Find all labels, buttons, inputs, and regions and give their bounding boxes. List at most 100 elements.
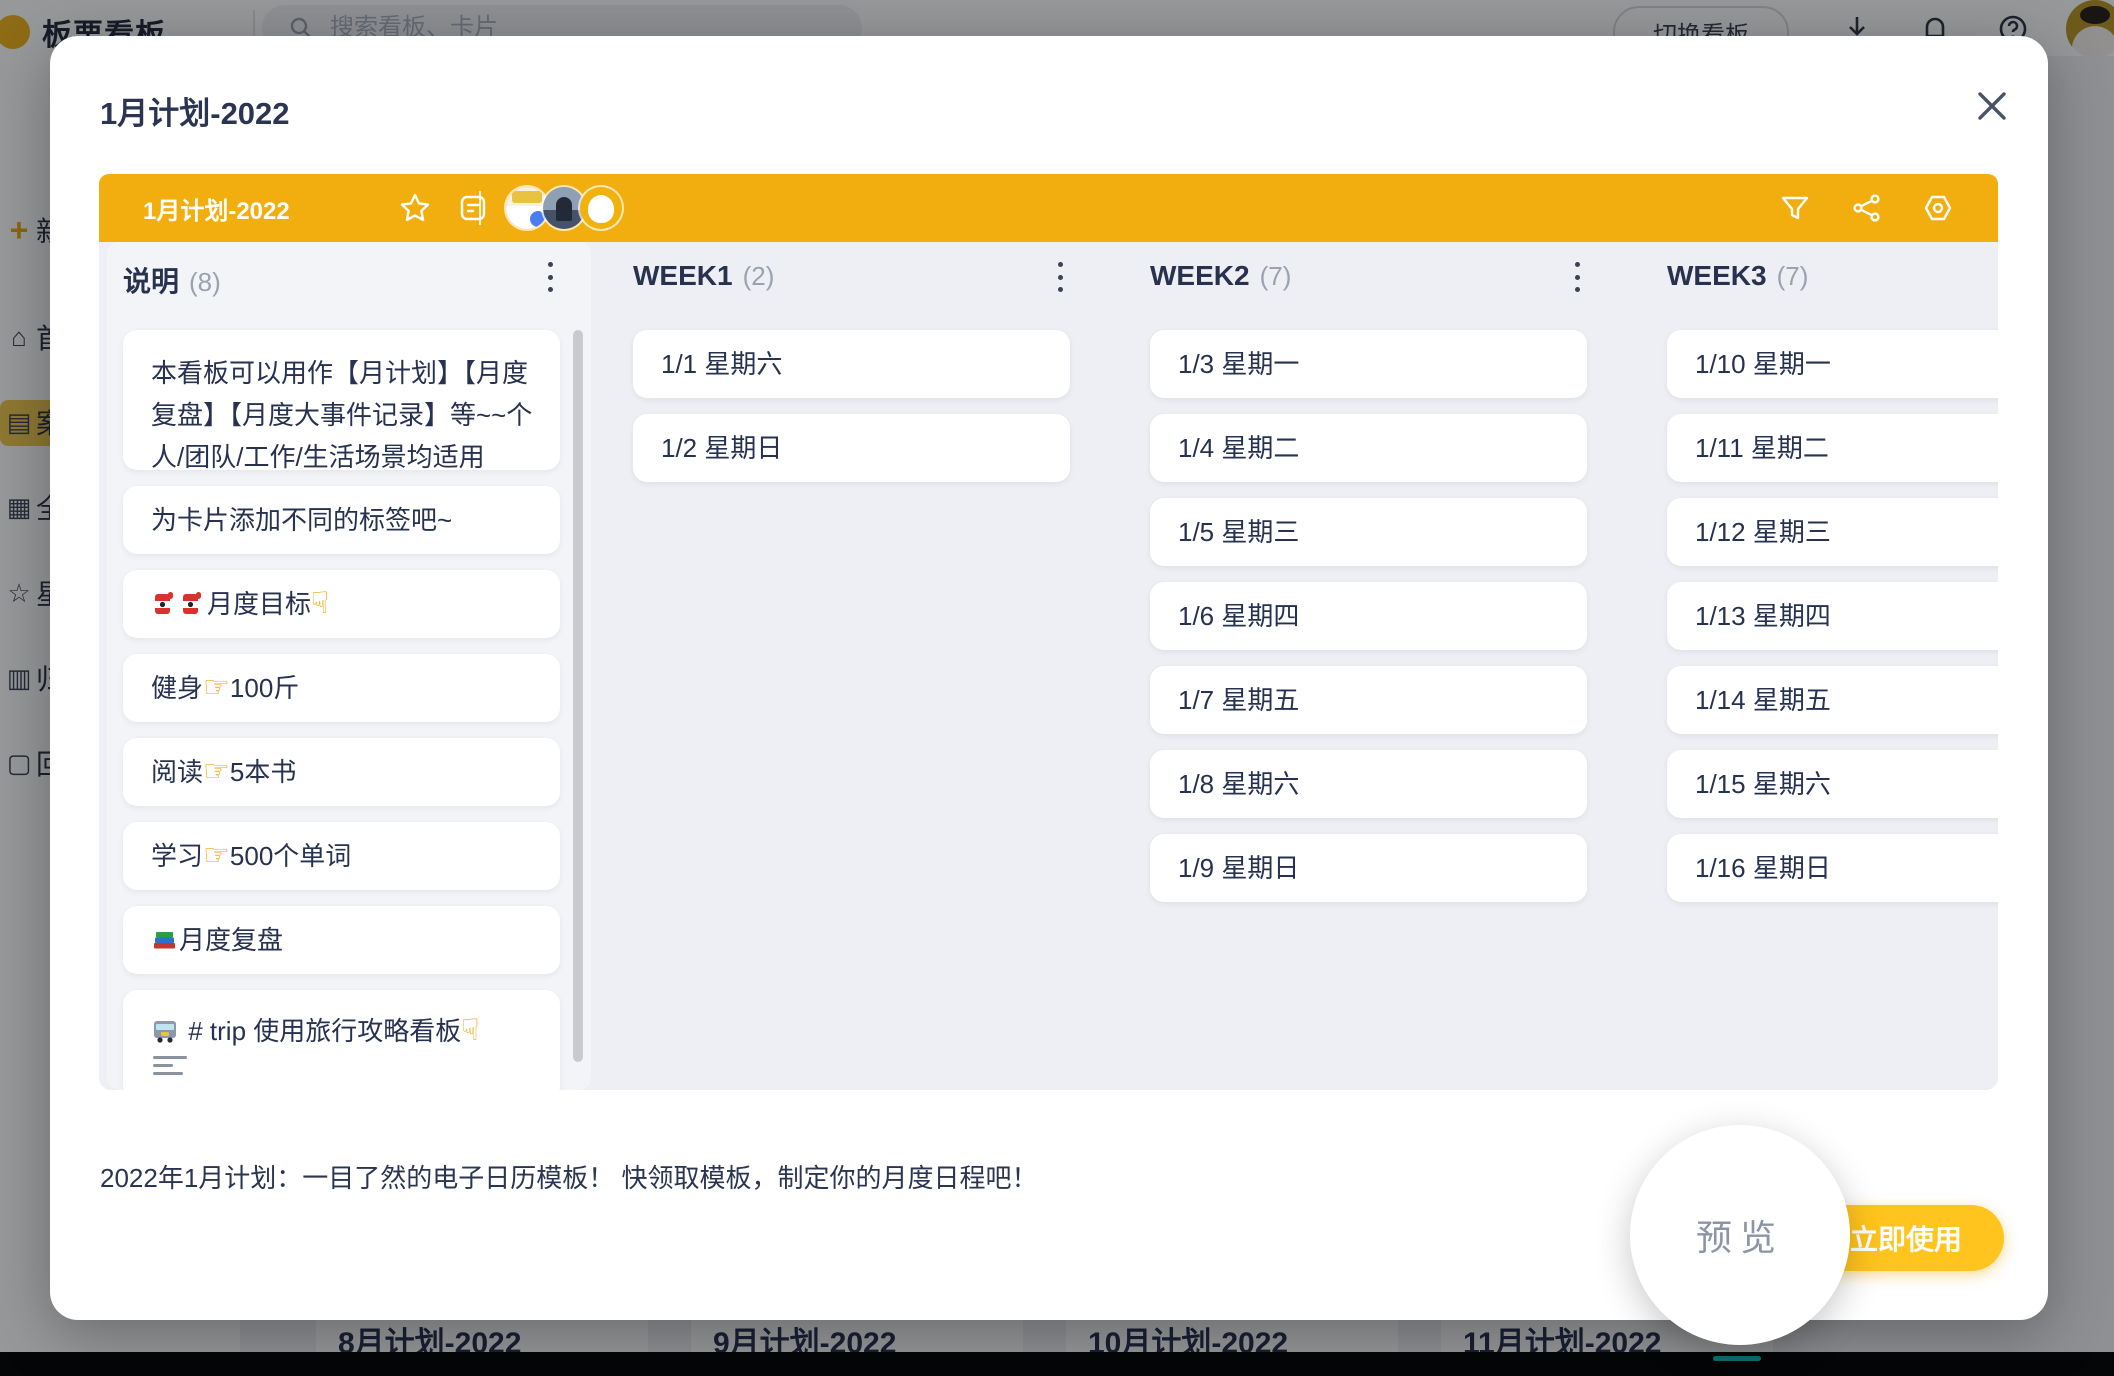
column-scrollbar[interactable] xyxy=(573,330,583,1062)
member-avatar-1[interactable] xyxy=(506,187,548,229)
column-menu-icon[interactable] xyxy=(548,262,556,292)
column-header: WEEK1 (2) xyxy=(633,260,1070,292)
close-icon[interactable] xyxy=(1972,86,2012,126)
bar-divider xyxy=(479,191,481,225)
card-text: 1/16 星期日 xyxy=(1695,847,1831,889)
kanban-card[interactable]: 1/10 星期一 xyxy=(1667,330,1998,398)
card-text: 1/15 星期六 xyxy=(1695,763,1831,805)
column-name: 说明 xyxy=(123,266,179,297)
modal-title: 1月计划-2022 xyxy=(100,88,290,133)
point-down-icon: ☟ xyxy=(311,586,329,621)
description-lines-icon xyxy=(153,1056,189,1078)
kanban-card[interactable]: 1/13 星期四 xyxy=(1667,582,1998,650)
card-list: 1/1 星期六 1/2 星期日 xyxy=(633,330,1070,498)
card-text: 1/14 星期五 xyxy=(1695,679,1831,721)
card-text: 1/7 星期五 xyxy=(1178,679,1299,721)
card-text: 1/13 星期四 xyxy=(1695,595,1831,637)
card-text: 健身☞100斤 xyxy=(151,667,299,709)
point-right-icon: ☞ xyxy=(203,754,230,789)
card-text: 为卡片添加不同的标签吧~ xyxy=(151,499,452,541)
kanban-card[interactable]: 月度复盘 xyxy=(123,906,560,974)
share-icon[interactable] xyxy=(1851,192,1883,224)
kanban-card[interactable]: 1/14 星期五 xyxy=(1667,666,1998,734)
kanban-card[interactable]: 1/8 星期六 xyxy=(1150,750,1587,818)
column-menu-icon[interactable] xyxy=(1575,262,1583,292)
template-description: 2022年1月计划：一目了然的电子日历模板！ 快领取模板，制定你的月度日程吧！ xyxy=(100,1158,1038,1195)
card-text: 月度目标☟ xyxy=(151,583,329,625)
card-text: 1/10 星期一 xyxy=(1695,343,1831,385)
kanban-card[interactable]: 健身☞100斤 xyxy=(123,654,560,722)
kanban-card[interactable]: 1/5 星期三 xyxy=(1150,498,1587,566)
column-header: 说明 (8) xyxy=(123,260,560,300)
kanban-card[interactable]: 1/11 星期二 xyxy=(1667,414,1998,482)
column-scroll-container: 说明 (8) 本看板可以用作【月计划】【月度复盘】【月度大事件记录】等~~个人/团队… xyxy=(107,242,591,1090)
kanban-card[interactable]: 月度目标☟ xyxy=(123,570,560,638)
card-text: 1/8 星期六 xyxy=(1178,763,1299,805)
card-list: 1/3 星期一 1/4 星期二 1/5 星期三 1/6 星期四 1/7 星期五 1/8 星… xyxy=(1150,330,1587,918)
kanban-card[interactable]: 1/1 星期六 xyxy=(633,330,1070,398)
kanban-card[interactable]: 1/2 星期日 xyxy=(633,414,1070,482)
books-icon xyxy=(151,927,177,953)
kanban-card[interactable]: 1/7 星期五 xyxy=(1150,666,1587,734)
kanban-card[interactable]: 1/4 星期二 xyxy=(1150,414,1587,482)
kanban-card[interactable]: 1/16 星期日 xyxy=(1667,834,1998,902)
card-text: 1/12 星期三 xyxy=(1695,511,1831,553)
avatar-cat xyxy=(588,195,614,223)
card-text: 阅读☞5本书 xyxy=(151,751,296,793)
kanban-card[interactable]: # trip 使用旅行攻略看板☟ xyxy=(123,990,560,1090)
canned-food-icon xyxy=(151,589,177,617)
card-list: 1/10 星期一 1/11 星期二 1/12 星期三 1/13 星期四 1/14 星期五… xyxy=(1667,330,1998,918)
canned-food-icon xyxy=(179,589,205,617)
board-title: 1月计划-2022 xyxy=(143,174,290,242)
member-avatars[interactable] xyxy=(511,187,622,229)
column-menu-icon[interactable] xyxy=(1058,262,1066,292)
card-text: 1/9 星期日 xyxy=(1178,847,1299,889)
card-text: 月度复盘 xyxy=(151,919,283,961)
kanban-card[interactable]: 1/3 星期一 xyxy=(1150,330,1587,398)
card-text: # trip 使用旅行攻略看板☟ xyxy=(151,1010,480,1052)
kanban-card[interactable]: 1/9 星期日 xyxy=(1150,834,1587,902)
card-text: 1/11 星期二 xyxy=(1695,427,1829,469)
template-preview-modal: 1月计划-2022 1月计划-2022 说明 (8) 本看板可以用作【月计划】【月度… xyxy=(50,36,2048,1320)
column-name: WEEK2 xyxy=(1150,260,1250,291)
card-text: 1/2 星期日 xyxy=(661,427,782,469)
member-avatar-3[interactable] xyxy=(580,187,622,229)
card-text: 1/3 星期一 xyxy=(1178,343,1299,385)
column-count: (7) xyxy=(1260,261,1292,291)
kanban-card[interactable]: 为卡片添加不同的标签吧~ xyxy=(123,486,560,554)
column-count: (2) xyxy=(743,261,775,291)
column-count: (7) xyxy=(1777,261,1809,291)
board-header-bar: 1月计划-2022 xyxy=(99,174,1998,242)
kanban-card[interactable]: 本看板可以用作【月计划】【月度复盘】【月度大事件记录】等~~个人/团队/工作/生… xyxy=(123,330,560,470)
settings-icon[interactable] xyxy=(1922,192,1954,224)
kanban-card[interactable]: 学习☞500个单词 xyxy=(123,822,560,890)
kanban-board: 说明 (8) 本看板可以用作【月计划】【月度复盘】【月度大事件记录】等~~个人/团队… xyxy=(99,242,1998,1090)
board-card-icon[interactable] xyxy=(457,192,489,224)
column-header: WEEK2 (7) xyxy=(1150,260,1587,292)
avatar-figure xyxy=(556,197,572,221)
card-text: 1/1 星期六 xyxy=(661,343,782,385)
avatar-sign xyxy=(512,191,542,203)
bus-icon xyxy=(151,1018,179,1044)
column-name: WEEK1 xyxy=(633,260,733,291)
point-down-icon: ☟ xyxy=(461,1013,479,1048)
column-name: WEEK3 xyxy=(1667,260,1767,291)
kanban-card[interactable]: 1/6 星期四 xyxy=(1150,582,1587,650)
star-icon[interactable] xyxy=(399,192,431,224)
card-list: 本看板可以用作【月计划】【月度复盘】【月度大事件记录】等~~个人/团队/工作/生… xyxy=(123,330,560,1090)
point-right-icon: ☞ xyxy=(203,670,230,705)
point-right-icon: ☞ xyxy=(203,838,230,873)
card-text: 1/6 星期四 xyxy=(1178,595,1299,637)
card-text: 本看板可以用作【月计划】【月度复盘】【月度大事件记录】等~~个人/团队/工作/生… xyxy=(151,352,540,478)
column-header: WEEK3 (7) xyxy=(1667,260,1998,292)
card-text: 学习☞500个单词 xyxy=(151,835,351,877)
kanban-card[interactable]: 1/12 星期三 xyxy=(1667,498,1998,566)
kanban-card[interactable]: 阅读☞5本书 xyxy=(123,738,560,806)
kanban-card[interactable]: 1/15 星期六 xyxy=(1667,750,1998,818)
column-count: (8) xyxy=(189,267,221,297)
filter-icon[interactable] xyxy=(1779,192,1811,224)
member-avatar-2[interactable] xyxy=(543,187,585,229)
preview-button[interactable]: 预览 xyxy=(1630,1125,1850,1345)
card-text: 1/5 星期三 xyxy=(1178,511,1299,553)
card-text: 1/4 星期二 xyxy=(1178,427,1299,469)
